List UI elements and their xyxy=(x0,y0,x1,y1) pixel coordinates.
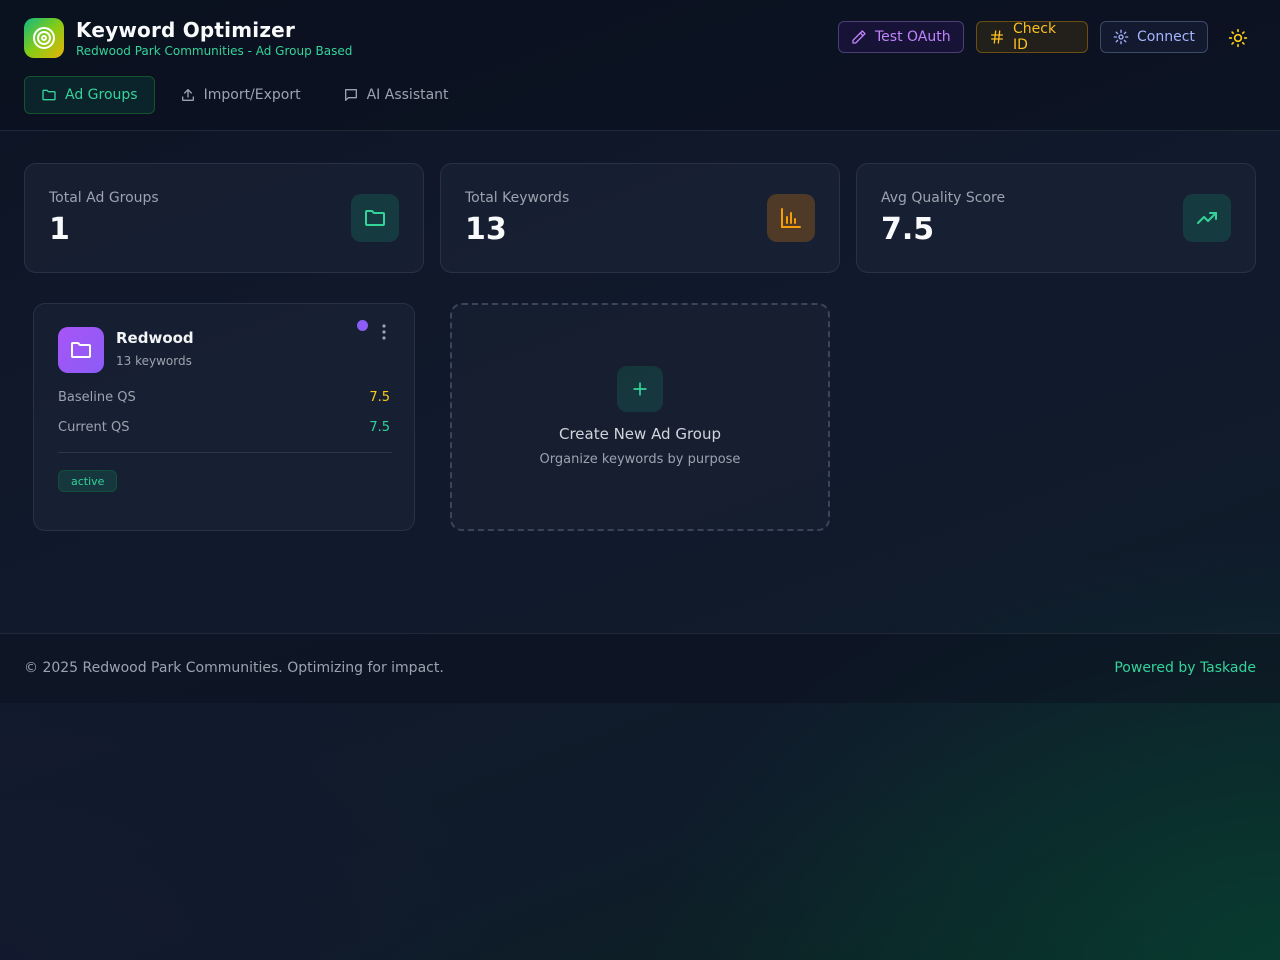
tab-ai-assistant[interactable]: AI Assistant xyxy=(326,76,466,114)
stat-card-total-ad-groups: Total Ad Groups 1 xyxy=(24,163,424,273)
stat-label: Total Ad Groups xyxy=(49,190,159,206)
pencil-icon xyxy=(851,29,867,45)
app-title: Keyword Optimizer xyxy=(76,18,296,42)
tab-ad-groups[interactable]: Ad Groups xyxy=(24,76,155,114)
ad-group-card[interactable]: Redwood 13 keywords Baseline QS 7.5 Curr… xyxy=(33,303,415,531)
ad-group-name: Redwood xyxy=(116,329,194,347)
target-icon xyxy=(24,18,64,58)
bar-chart-icon xyxy=(767,194,815,242)
test-oauth-label: Test OAuth xyxy=(875,29,951,45)
chat-icon xyxy=(343,87,359,103)
app-header: Keyword Optimizer Redwood Park Communiti… xyxy=(0,0,1280,131)
status-dot xyxy=(357,320,368,331)
upload-icon xyxy=(180,87,196,103)
stat-value: 7.5 xyxy=(881,212,935,247)
connect-label: Connect xyxy=(1137,29,1195,45)
footer-copyright: © 2025 Redwood Park Communities. Optimiz… xyxy=(24,660,444,676)
sun-icon xyxy=(1228,28,1248,48)
footer: © 2025 Redwood Park Communities. Optimiz… xyxy=(0,633,1280,703)
stat-label: Avg Quality Score xyxy=(881,190,1006,206)
plus-icon xyxy=(617,366,663,412)
status-badge: active xyxy=(58,470,118,492)
check-id-label: Check ID xyxy=(1013,21,1057,53)
baseline-qs-label: Baseline QS xyxy=(58,390,136,405)
stat-card-total-keywords: Total Keywords 13 xyxy=(440,163,840,273)
stat-card-avg-quality-score: Avg Quality Score 7.5 xyxy=(856,163,1256,273)
connect-button[interactable]: Connect xyxy=(1100,21,1208,53)
create-ad-group-title: Create New Ad Group xyxy=(558,425,722,443)
ad-group-keyword-count: 13 keywords xyxy=(116,354,192,368)
app-subtitle: Redwood Park Communities - Ad Group Base… xyxy=(76,44,353,58)
create-ad-group-subtitle: Organize keywords by purpose xyxy=(539,452,741,467)
folder-icon xyxy=(58,327,104,373)
test-oauth-button[interactable]: Test OAuth xyxy=(838,21,964,53)
vertical-dots-icon xyxy=(382,324,386,340)
main-nav: Ad Groups Import/Export AI Assistant xyxy=(24,76,466,114)
folder-icon xyxy=(41,87,57,103)
powered-by-link[interactable]: Powered by Taskade xyxy=(1114,660,1256,676)
more-options-button[interactable] xyxy=(376,322,392,342)
theme-toggle-button[interactable] xyxy=(1226,26,1250,50)
gear-icon xyxy=(1113,29,1129,45)
trending-up-icon xyxy=(1183,194,1231,242)
stat-label: Total Keywords xyxy=(465,190,570,206)
current-qs-label: Current QS xyxy=(58,420,130,435)
divider xyxy=(58,452,392,453)
create-ad-group-card[interactable]: Create New Ad Group Organize keywords by… xyxy=(450,303,830,531)
folder-icon xyxy=(351,194,399,242)
tab-import-export[interactable]: Import/Export xyxy=(163,76,318,114)
stat-value: 1 xyxy=(49,212,70,247)
tab-ai-assistant-label: AI Assistant xyxy=(366,87,449,103)
baseline-qs-value: 7.5 xyxy=(369,390,390,405)
check-id-button[interactable]: Check ID xyxy=(976,21,1088,53)
stat-value: 13 xyxy=(465,212,507,247)
hash-icon xyxy=(989,29,1005,45)
current-qs-value: 7.5 xyxy=(369,420,390,435)
tab-import-export-label: Import/Export xyxy=(203,87,301,103)
tab-ad-groups-label: Ad Groups xyxy=(65,87,138,103)
